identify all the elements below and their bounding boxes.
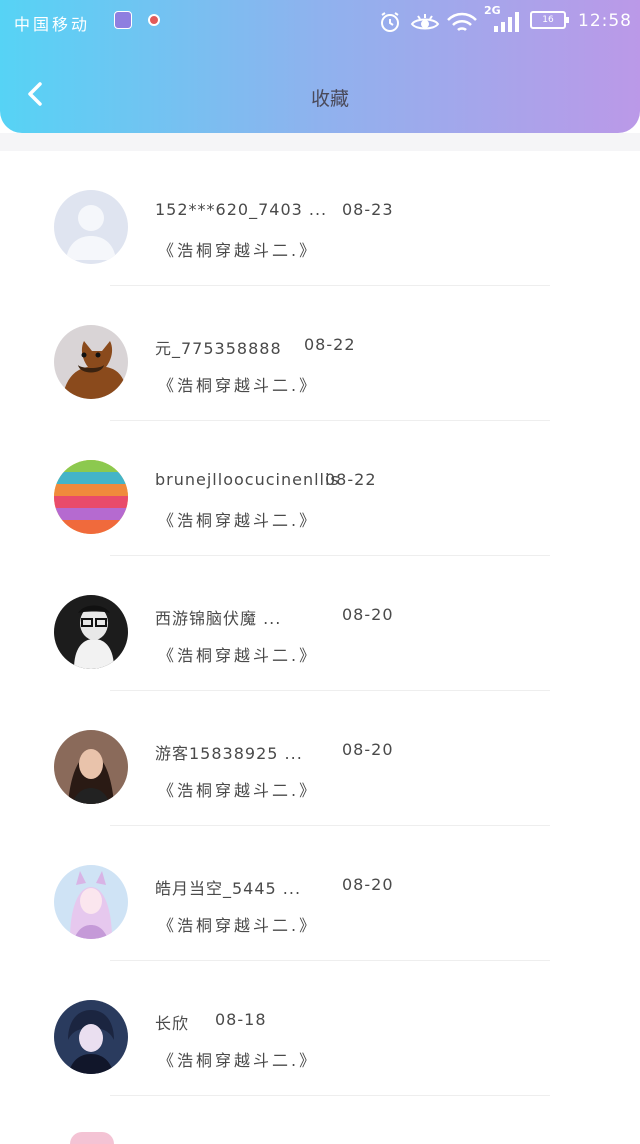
status-bar: 中国移动 2G 16 12:58 [0, 0, 640, 44]
woman-avatar [54, 730, 128, 804]
mustache-pattern-avatar [54, 460, 128, 534]
alarm-icon [381, 12, 399, 32]
user-name: 152***620_7403 ... [155, 200, 328, 219]
list-item[interactable]: 游客15838925 ... 08-20 《浩桐穿越斗二.》 [0, 691, 640, 826]
user-name: 长欣 [155, 1014, 190, 1033]
list-item[interactable]: brunejlloocucinenllis 08-22 《浩桐穿越斗二.》 [0, 421, 640, 556]
list-item[interactable]: 152***620_7403 ... 08-23 《浩桐穿越斗二.》 [0, 151, 640, 286]
wifi-icon [447, 12, 477, 31]
anime-girl-avatar [54, 865, 128, 939]
header-bar: 中国移动 2G 16 12:58 收藏 [0, 0, 640, 133]
section-divider [0, 133, 640, 151]
page-title: 收藏 [310, 88, 349, 110]
next-item-avatar-peek [70, 1132, 114, 1144]
story-title[interactable]: 《浩桐穿越斗二.》 [158, 507, 318, 531]
clock: 12:58 [578, 11, 632, 31]
eye-care-icon [410, 14, 440, 30]
favorite-date: 08-18 [215, 1010, 267, 1029]
user-name: brunejlloocucinenllis [155, 470, 340, 489]
story-title[interactable]: 《浩桐穿越斗二.》 [158, 1047, 318, 1071]
anime-boy-avatar [54, 1000, 128, 1074]
default-avatar [54, 190, 128, 264]
story-title[interactable]: 《浩桐穿越斗二.》 [158, 237, 318, 261]
battery-icon: 16 [530, 11, 569, 29]
favorite-date: 08-23 [342, 200, 394, 219]
list-item[interactable]: 皓月当空_5445 ... 08-20 《浩桐穿越斗二.》 [0, 826, 640, 961]
favorite-date: 08-22 [304, 335, 356, 354]
carrier-label: 中国移动 [14, 15, 91, 34]
user-name: 皓月当空_5445 ... [155, 879, 302, 898]
list-item[interactable]: 长欣 08-18 《浩桐穿越斗二.》 [0, 961, 640, 1096]
user-name: 西游锦脑伏魔 ... [155, 609, 282, 628]
favorite-date: 08-20 [342, 740, 394, 759]
gallery-notification-icon [114, 11, 132, 29]
story-title[interactable]: 《浩桐穿越斗二.》 [158, 642, 318, 666]
dog-avatar [54, 325, 128, 399]
list-item[interactable]: 西游锦脑伏魔 ... 08-20 《浩桐穿越斗二.》 [0, 556, 640, 691]
list-item[interactable]: 元_775358888 08-22 《浩桐穿越斗二.》 [0, 286, 640, 421]
favorite-date: 08-22 [325, 470, 377, 489]
user-name: 元_775358888 [155, 339, 282, 358]
glasses-avatar [54, 595, 128, 669]
favorite-date: 08-20 [342, 605, 394, 624]
signal-icon [494, 12, 519, 32]
story-title[interactable]: 《浩桐穿越斗二.》 [158, 777, 318, 801]
user-name: 游客15838925 ... [155, 744, 303, 763]
favorite-date: 08-20 [342, 875, 394, 894]
story-title[interactable]: 《浩桐穿越斗二.》 [158, 372, 318, 396]
favorites-list: 152***620_7403 ... 08-23 《浩桐穿越斗二.》 元_775… [0, 151, 640, 1096]
story-title[interactable]: 《浩桐穿越斗二.》 [158, 912, 318, 936]
record-notification-icon [148, 14, 160, 26]
